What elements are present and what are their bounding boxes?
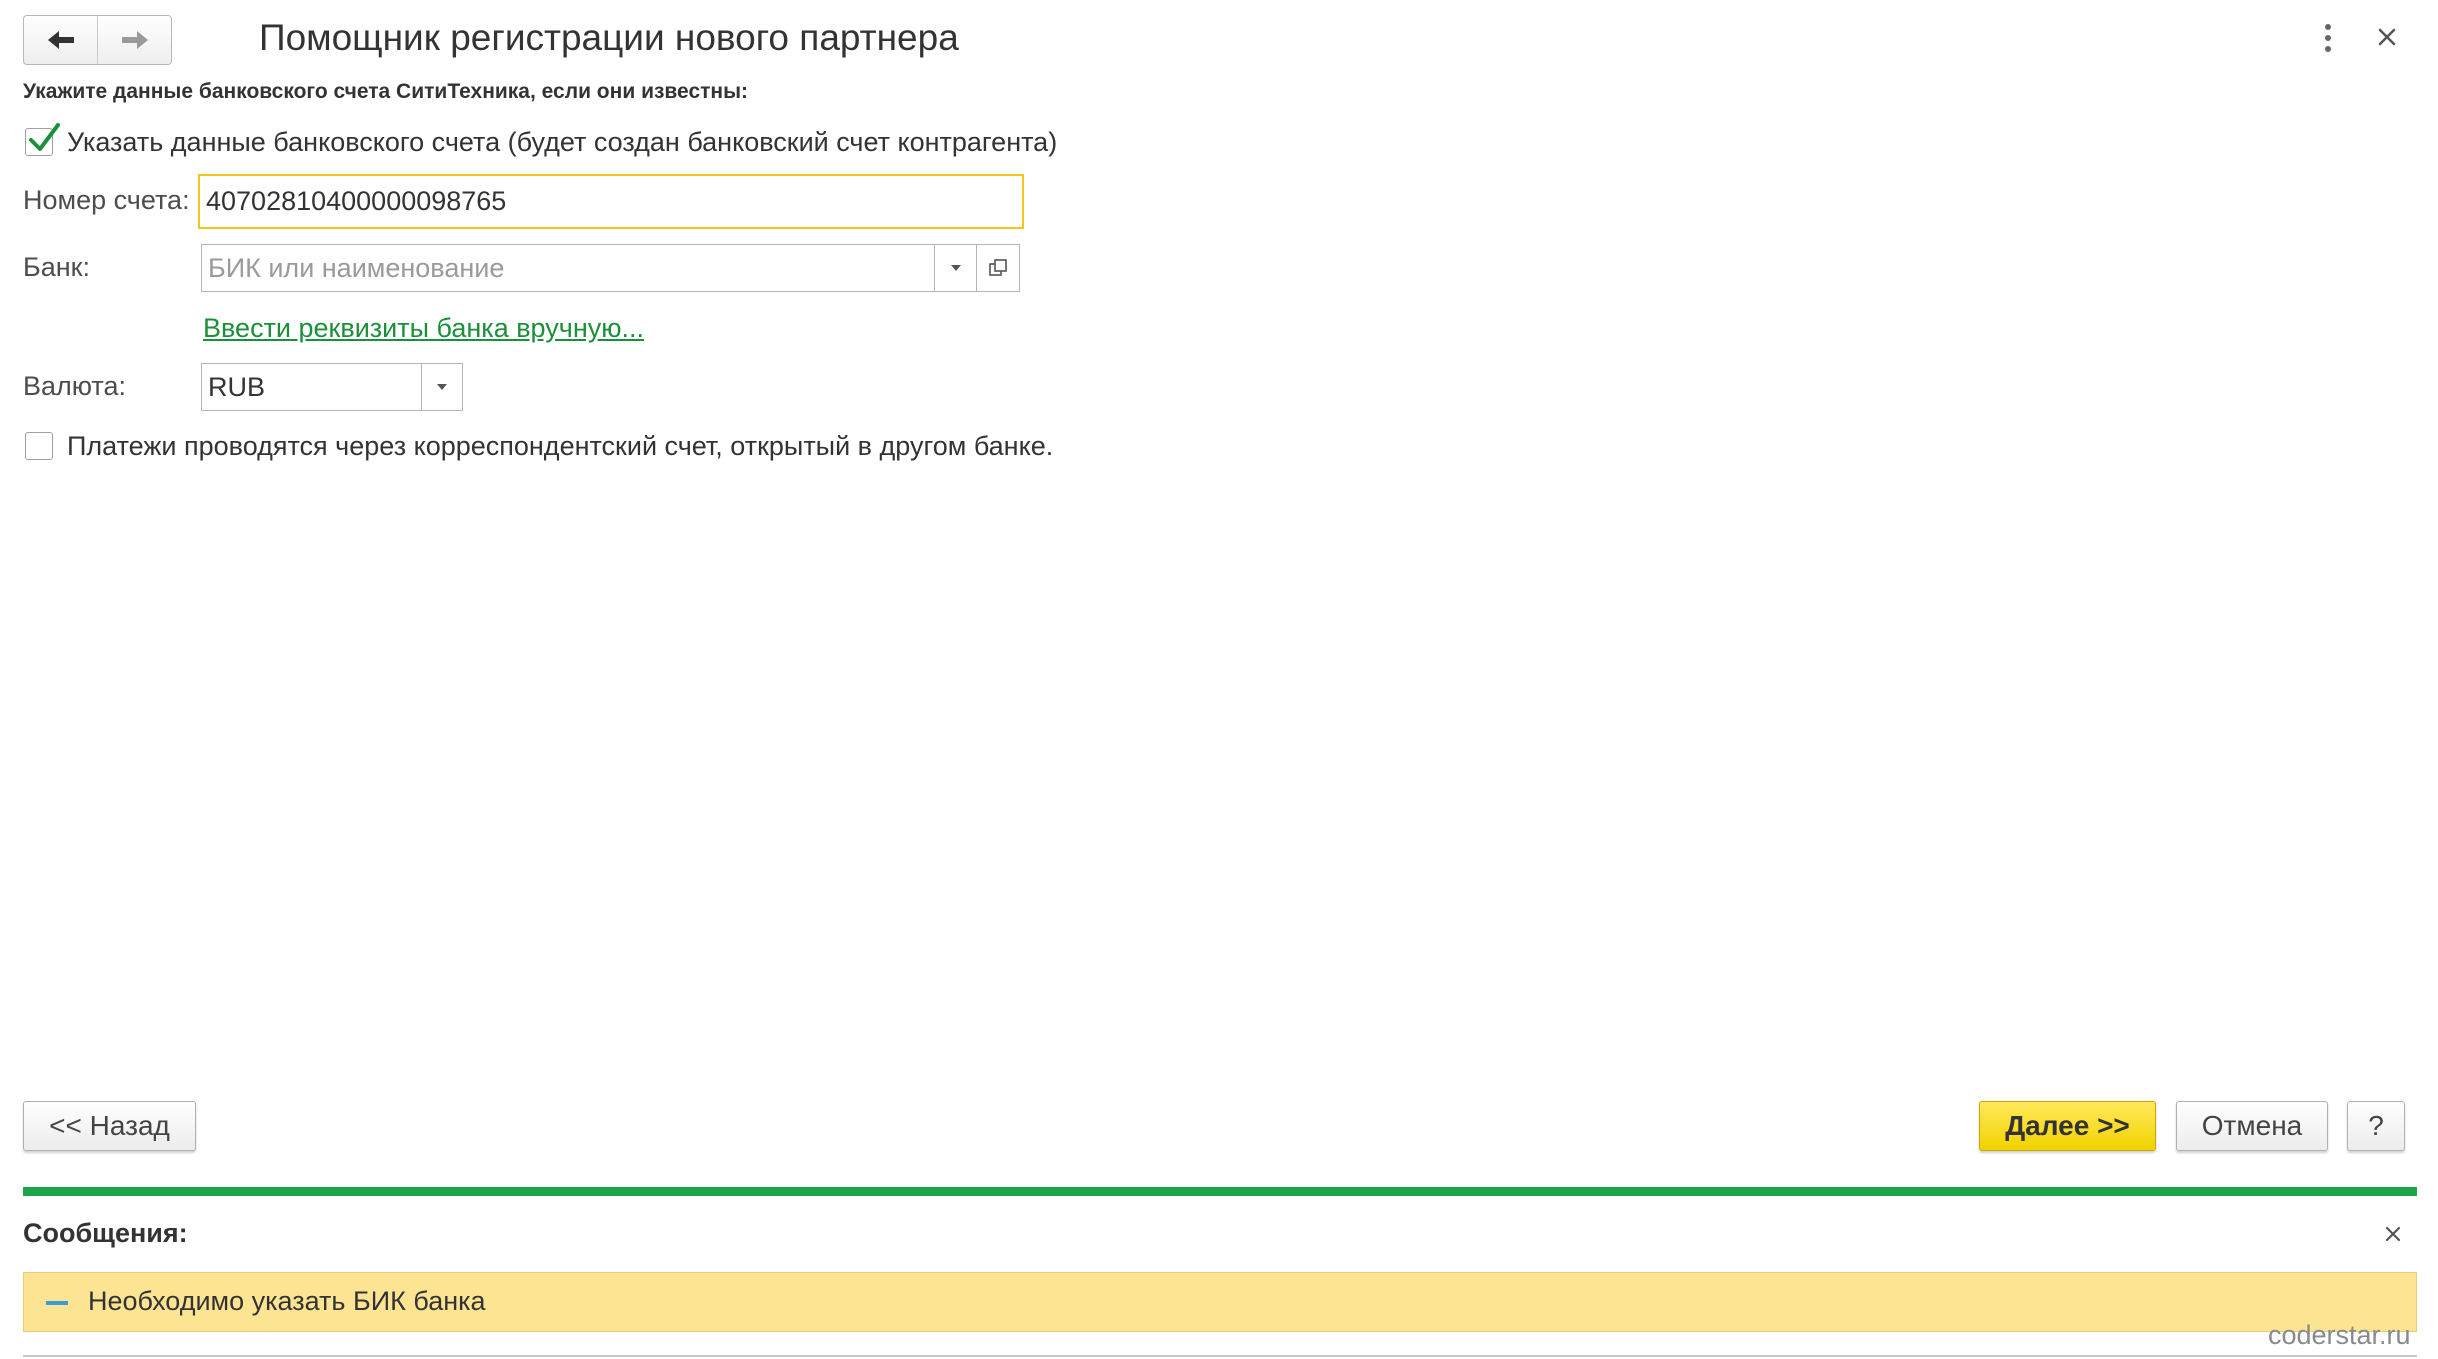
bank-dropdown-button[interactable] [934,244,977,292]
arrow-right-icon [121,31,148,49]
watermark: coderstar.ru [2268,1320,2411,1350]
chevron-down-icon [437,384,447,390]
forward-nav-button[interactable] [97,16,171,64]
page-title: Помощник регистрации нового партнера [259,17,959,58]
collapse-dash-icon [46,1301,68,1305]
bank-open-button[interactable] [976,244,1020,292]
chevron-down-icon [950,265,961,271]
form-instruction: Укажите данные банковского счета СитиТех… [23,80,749,103]
checkmark-icon [29,123,60,151]
message-text: Необходимо указать БИК банка [88,1286,486,1316]
cancel-button[interactable]: Отмена [2176,1101,2328,1151]
help-button[interactable]: ? [2347,1101,2405,1151]
manual-bank-details-link[interactable]: Ввести реквизиты банка вручную... [203,313,644,344]
navigation-buttons [23,15,172,65]
back-nav-button[interactable] [24,16,97,64]
back-button[interactable]: << Назад [23,1101,196,1151]
more-vertical-icon[interactable] [2318,20,2338,56]
message-item[interactable]: Необходимо указать БИК банка [23,1272,2417,1332]
currency-dropdown-button[interactable] [421,363,463,411]
next-button[interactable]: Далее >> [1979,1101,2156,1151]
account-number-label: Номер счета: [23,185,190,215]
messages-divider [23,1187,2417,1196]
open-window-icon [989,259,1007,276]
bank-input[interactable] [201,244,935,292]
messages-title: Сообщения: [23,1218,188,1248]
close-icon[interactable] [2372,22,2402,52]
correspondent-account-checkbox[interactable] [25,432,53,460]
correspondent-account-label[interactable]: Платежи проводятся через корреспондентск… [67,431,1053,462]
account-number-input[interactable] [198,174,1024,229]
specify-bank-account-checkbox[interactable] [25,123,60,156]
arrow-left-icon [47,31,74,49]
bottom-border [23,1355,2417,1357]
currency-label: Валюта: [23,371,127,401]
specify-bank-account-label[interactable]: Указать данные банковского счета (будет … [67,127,1057,158]
close-icon[interactable] [2381,1222,2405,1246]
bank-label: Банк: [23,252,90,282]
currency-input[interactable] [201,363,422,411]
